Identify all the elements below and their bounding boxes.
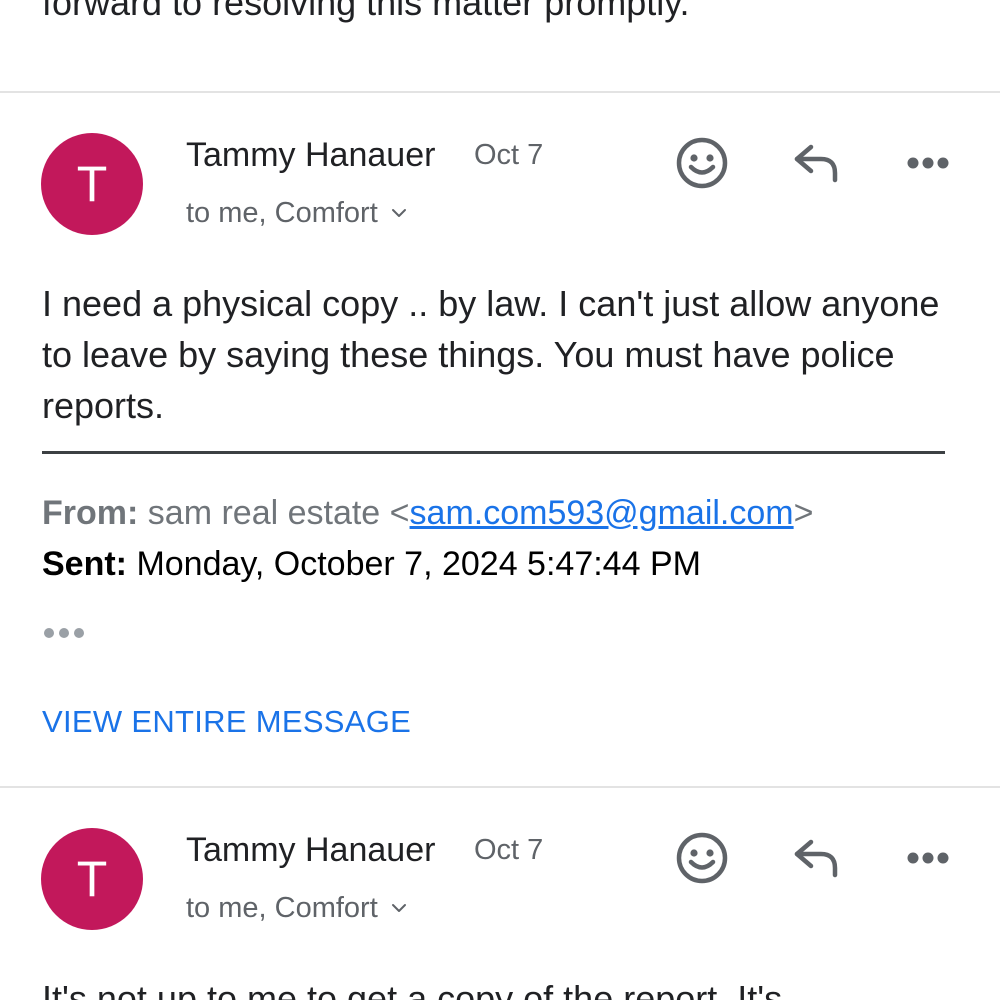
- from-email-link[interactable]: sam.com593@gmail.com: [410, 494, 794, 532]
- reply-arrow-icon[interactable]: [788, 830, 844, 886]
- show-trimmed-content-button[interactable]: [44, 628, 84, 638]
- reply-arrow-icon[interactable]: [788, 135, 844, 191]
- recipients-toggle[interactable]: to me, Comfort: [186, 890, 408, 926]
- recipients-label: to me, Comfort: [186, 892, 378, 924]
- from-close: >: [793, 494, 814, 532]
- smiley-face-icon[interactable]: [674, 135, 730, 191]
- from-label: From:: [42, 494, 139, 532]
- message-divider: [0, 786, 1000, 788]
- quote-separator: [42, 451, 945, 454]
- message-body: I need a physical copy .. by law. I can'…: [42, 283, 940, 426]
- message-divider: [0, 91, 1000, 93]
- ellipsis-dot: [59, 628, 69, 638]
- recipients-toggle[interactable]: to me, Comfort: [186, 195, 408, 231]
- avatar[interactable]: T: [41, 133, 143, 235]
- quoted-sent-line: Sent: Monday, October 7, 2024 5:47:44 PM: [42, 542, 701, 586]
- more-horizontal-icon[interactable]: [900, 135, 956, 191]
- message-body: It's not up to me to get a copy of the r…: [42, 978, 783, 1000]
- quoted-from-line: From: sam real estate <sam.com593@gmail.…: [42, 491, 813, 535]
- email-thread-view: forward to resolving this matter promptl…: [0, 0, 1000, 1000]
- sender-name: Tammy Hanauer: [186, 136, 436, 174]
- view-entire-message-link[interactable]: VIEW ENTIRE MESSAGE: [42, 702, 411, 742]
- smiley-face-icon[interactable]: [674, 830, 730, 886]
- recipients-label: to me, Comfort: [186, 197, 378, 229]
- ellipsis-dot: [44, 628, 54, 638]
- sent-label: Sent:: [42, 545, 127, 583]
- chevron-down-icon: [391, 209, 406, 217]
- chevron-down-icon: [391, 904, 406, 912]
- from-name: sam real estate <: [147, 494, 410, 532]
- message-date: Oct 7: [474, 834, 544, 866]
- message-date: Oct 7: [474, 139, 544, 171]
- more-horizontal-icon[interactable]: [900, 830, 956, 886]
- avatar[interactable]: T: [41, 828, 143, 930]
- previous-message-text: forward to resolving this matter promptl…: [42, 0, 690, 23]
- ellipsis-dot: [74, 628, 84, 638]
- sender-name: Tammy Hanauer: [186, 831, 436, 869]
- sent-value: Monday, October 7, 2024 5:47:44 PM: [136, 545, 701, 583]
